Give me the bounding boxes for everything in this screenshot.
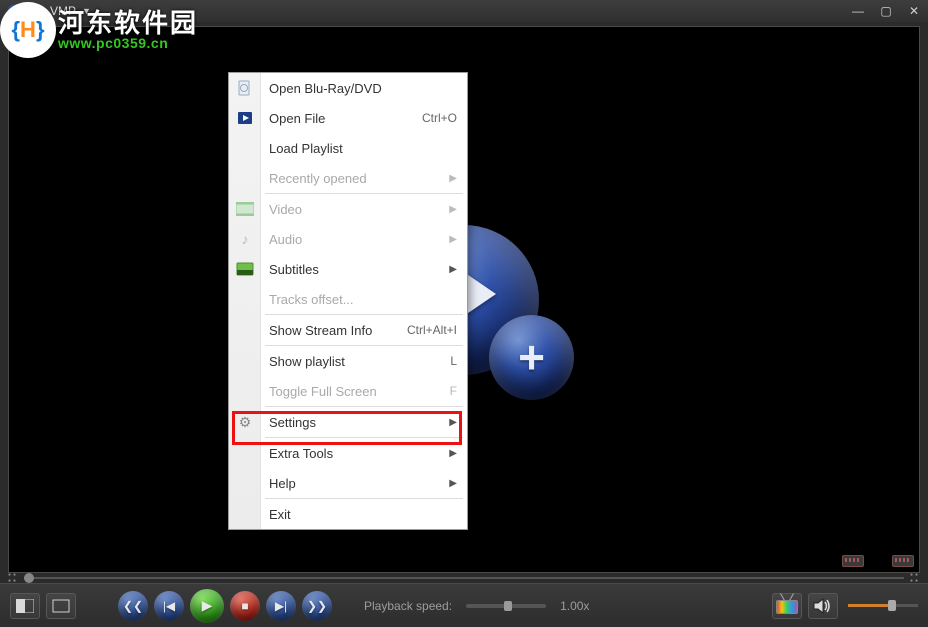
menu-label: Load Playlist: [269, 141, 343, 156]
volume-knob[interactable]: [888, 600, 896, 611]
audio-icon: ♪: [235, 229, 255, 249]
menu-label: Audio: [269, 232, 302, 247]
menu-show-playlist[interactable]: Show playlist L: [229, 346, 467, 376]
menu-open-disc[interactable]: Open Blu-Ray/DVD: [229, 73, 467, 103]
submenu-arrow-icon: ▶: [449, 478, 457, 489]
menu-tracks-offset: Tracks offset...: [229, 284, 467, 314]
video-icon: [235, 199, 255, 219]
menu-shortcut: L: [450, 354, 457, 368]
context-menu: Open Blu-Ray/DVD Open File Ctrl+O Load P…: [228, 72, 468, 530]
menu-recently-opened: Recently opened ▶: [229, 163, 467, 193]
rewind-button[interactable]: ❮❮: [118, 591, 148, 621]
stop-button[interactable]: ■: [230, 591, 260, 621]
playback-speed-slider[interactable]: [466, 604, 546, 608]
watermark-text-cn: 河东软件园: [58, 10, 198, 36]
menu-label: Help: [269, 476, 296, 491]
keyboard-indicators: [842, 555, 914, 567]
maximize-button[interactable]: ▢: [872, 0, 900, 22]
menu-label: Show playlist: [269, 354, 345, 369]
menu-load-playlist[interactable]: Load Playlist: [229, 133, 467, 163]
menu-label: Extra Tools: [269, 446, 333, 461]
watermark-text-url: www.pc0359.cn: [58, 36, 198, 50]
tv-icon: [776, 597, 798, 615]
menu-shortcut: F: [450, 384, 457, 398]
menu-video: Video ▶: [229, 194, 467, 224]
menu-label: Subtitles: [269, 262, 319, 277]
disc-icon: [235, 78, 255, 98]
subtitles-icon: [235, 259, 255, 279]
slider-knob[interactable]: [504, 601, 512, 611]
submenu-arrow-icon: ▶: [449, 204, 457, 215]
menu-shortcut: Ctrl+O: [422, 111, 457, 125]
submenu-arrow-icon: ▶: [449, 173, 457, 184]
fullscreen-button[interactable]: [46, 593, 76, 619]
menu-label: Recently opened: [269, 171, 367, 186]
menu-label: Settings: [269, 415, 316, 430]
layout-button[interactable]: [10, 593, 40, 619]
menu-subtitles[interactable]: Subtitles ▶: [229, 254, 467, 284]
seek-bar[interactable]: ●●●● ●●●●: [8, 573, 920, 583]
next-button[interactable]: ▶|: [266, 591, 296, 621]
add-icon: +: [489, 315, 574, 400]
minimize-button[interactable]: —: [844, 0, 872, 22]
menu-label: Open File: [269, 111, 325, 126]
volume-slider[interactable]: [848, 604, 918, 607]
menu-open-file[interactable]: Open File Ctrl+O: [229, 103, 467, 133]
close-button[interactable]: ✕: [900, 0, 928, 22]
keyboard-icon: [892, 555, 914, 567]
submenu-arrow-icon: ▶: [449, 417, 457, 428]
prev-button[interactable]: |◀: [154, 591, 184, 621]
menu-label: Show Stream Info: [269, 323, 372, 338]
volume-button[interactable]: [808, 593, 838, 619]
keyboard-icon: [842, 555, 864, 567]
menu-shortcut: Ctrl+Alt+I: [407, 323, 457, 337]
submenu-arrow-icon: ▶: [449, 264, 457, 275]
media-library-button[interactable]: [772, 593, 802, 619]
menu-settings[interactable]: ⚙ Settings ▶: [229, 407, 467, 437]
menu-exit[interactable]: Exit: [229, 499, 467, 529]
submenu-arrow-icon: ▶: [449, 448, 457, 459]
gear-icon: ⚙: [235, 412, 255, 432]
play-button[interactable]: ▶: [190, 589, 224, 623]
menu-label: Toggle Full Screen: [269, 384, 377, 399]
playback-speed-value: 1.00x: [560, 599, 589, 613]
submenu-arrow-icon: ▶: [449, 234, 457, 245]
file-play-icon: [235, 108, 255, 128]
seek-track[interactable]: [24, 577, 904, 579]
playback-speed-label: Playback speed:: [364, 599, 452, 613]
menu-toggle-fullscreen: Toggle Full Screen F: [229, 376, 467, 406]
seek-handle[interactable]: [24, 573, 34, 583]
volume-fill: [848, 604, 890, 607]
menu-label: Tracks offset...: [269, 292, 354, 307]
watermark-badge: {H}: [0, 2, 56, 58]
menu-audio: ♪ Audio ▶: [229, 224, 467, 254]
menu-label: Video: [269, 202, 302, 217]
fast-forward-button[interactable]: ❯❯: [302, 591, 332, 621]
controls-bar: ❮❮ |◀ ▶ ■ ▶| ❯❯ Playback speed: 1.00x: [0, 583, 928, 627]
menu-label: Open Blu-Ray/DVD: [269, 81, 382, 96]
menu-extra-tools[interactable]: Extra Tools ▶: [229, 438, 467, 468]
watermark-logo: {H} 河东软件园 www.pc0359.cn: [0, 2, 198, 58]
menu-label: Exit: [269, 507, 291, 522]
menu-help[interactable]: Help ▶: [229, 468, 467, 498]
menu-show-stream-info[interactable]: Show Stream Info Ctrl+Alt+I: [229, 315, 467, 345]
